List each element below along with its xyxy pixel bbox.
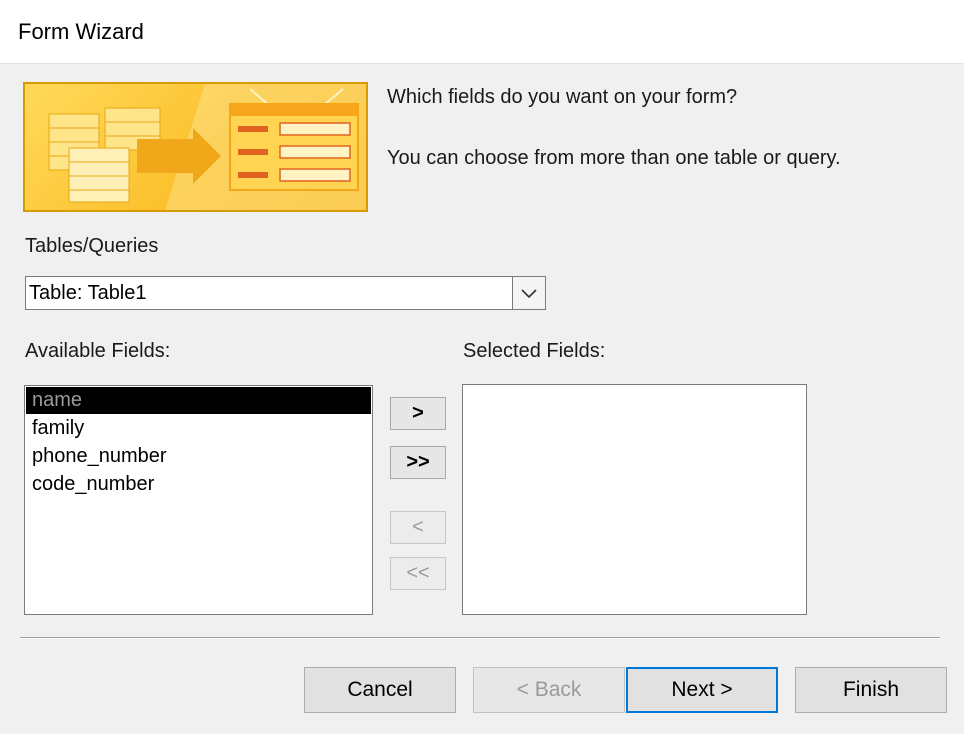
remove-field-button[interactable]: < — [390, 511, 446, 544]
add-field-button[interactable]: > — [390, 397, 446, 430]
selected-fields-label: Selected Fields: — [463, 340, 606, 362]
add-all-fields-button[interactable]: >> — [390, 446, 446, 479]
list-item[interactable]: phone_number — [26, 443, 167, 470]
remove-all-fields-button[interactable]: << — [390, 557, 446, 590]
tables-queries-value: Table: Table1 — [29, 282, 147, 304]
dropdown-arrow-button[interactable] — [512, 277, 545, 309]
next-button[interactable]: Next > — [626, 667, 778, 713]
form-wizard-banner-icon — [23, 82, 368, 212]
tables-queries-label: Tables/Queries — [25, 235, 159, 257]
wizard-hint: You can choose from more than one table … — [387, 147, 841, 169]
available-fields-list[interactable]: name family phone_number code_number — [24, 385, 373, 615]
selected-fields-list[interactable] — [462, 384, 807, 615]
available-fields-label: Available Fields: — [25, 340, 171, 362]
chevron-down-icon — [521, 289, 537, 299]
table-to-form-illustration-icon — [48, 84, 366, 210]
finish-button[interactable]: Finish — [795, 667, 947, 713]
cancel-button[interactable]: Cancel — [304, 667, 456, 713]
footer-separator — [20, 637, 940, 639]
list-item[interactable]: code_number — [26, 471, 154, 498]
window-title: Form Wizard — [18, 19, 144, 44]
tables-queries-dropdown[interactable]: Table: Table1 — [25, 276, 546, 310]
wizard-question: Which fields do you want on your form? — [387, 86, 738, 108]
back-button[interactable]: < Back — [473, 667, 625, 713]
list-item-selected[interactable]: name — [26, 387, 371, 414]
list-item[interactable]: family — [26, 415, 84, 442]
title-bar: Form Wizard — [0, 0, 964, 64]
